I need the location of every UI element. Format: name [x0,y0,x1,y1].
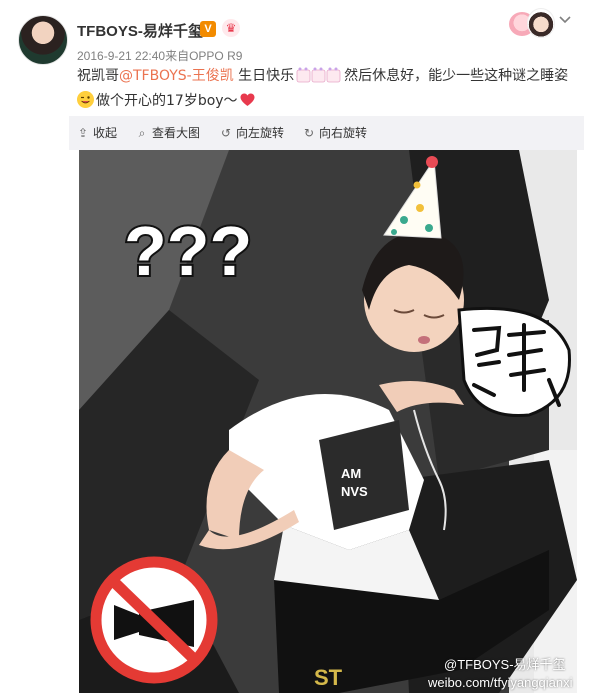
mention-link[interactable]: @TFBOYS-王俊凯 [119,68,234,84]
watermark-account: @TFBOYS-易烊千玺 [444,657,566,672]
rotate-right-label: 向右旋转 [319,126,368,140]
svg-text:ST: ST [314,665,343,690]
timestamp-link[interactable]: 2016-9-21 22:40 [77,49,165,63]
text-part-2: 生日快乐 [233,68,295,84]
search-icon: ⌕ [138,126,146,140]
party-emoji-icon [296,67,341,83]
watermark-url: weibo.com/tfyiyangqianxi [428,675,573,690]
sticker-questions: ??? [124,212,252,290]
source-prefix: 来自 [165,49,190,63]
post-text-line-1: 祝凯哥@TFBOYS-王俊凯 生日快乐 然后休息好，能少一些这种谜之睡姿 [77,66,577,86]
post-meta: 2016-9-21 22:40来自OPPO R9 [77,47,242,64]
chevron-down-icon[interactable] [559,14,571,26]
crown-icon: ♛ [222,19,240,37]
svg-text:NVS: NVS [341,484,368,499]
avatar[interactable] [18,15,68,65]
source-link[interactable]: OPPO R9 [189,49,242,63]
collapse-button[interactable]: ⇪ 收起 [77,116,117,150]
rotate-right-icon: ↻ [303,126,315,140]
rotate-left-icon: ↺ [220,126,232,140]
heart-icon [240,93,255,106]
mini-avatar[interactable] [527,8,555,38]
photo-illustration: AM NVS ST ??? [79,150,577,693]
image-toolbar: ⇪ 收起 ⌕ 查看大图 ↺ 向左旋转 ↻ 向右旋转 [69,116,584,150]
weibo-post: TFBOYS-易烊千玺 V ♛ 2016-9-21 22:40来自OPPO R9… [0,0,593,697]
post-image[interactable]: AM NVS ST ??? [79,150,577,693]
wink-emoji-icon [77,91,94,108]
text-part-1: 祝凯哥 [77,68,119,84]
view-large-button[interactable]: ⌕ 查看大图 [136,116,200,150]
post-text-line-2: 做个开心的17岁boy～ [77,91,577,111]
rotate-left-label: 向左旋转 [236,126,285,140]
text-part-4: 做个开心的17岁boy～ [96,93,238,109]
text-part-3: 然后休息好，能少一些这种谜之睡姿 [344,68,569,84]
collapse-label: 收起 [93,126,118,140]
rotate-right-button[interactable]: ↻ 向右旋转 [303,116,367,150]
top-right-controls [509,8,577,38]
collapse-icon: ⇪ [77,126,89,140]
verified-badge: V [200,21,216,37]
svg-text:AM: AM [341,466,361,481]
username-link[interactable]: TFBOYS-易烊千玺 [77,20,203,41]
image-watermark: @TFBOYS-易烊千玺 weibo.com/tfyiyangqianxi [428,656,588,692]
view-large-label: 查看大图 [152,126,201,140]
rotate-left-button[interactable]: ↺ 向左旋转 [220,116,284,150]
